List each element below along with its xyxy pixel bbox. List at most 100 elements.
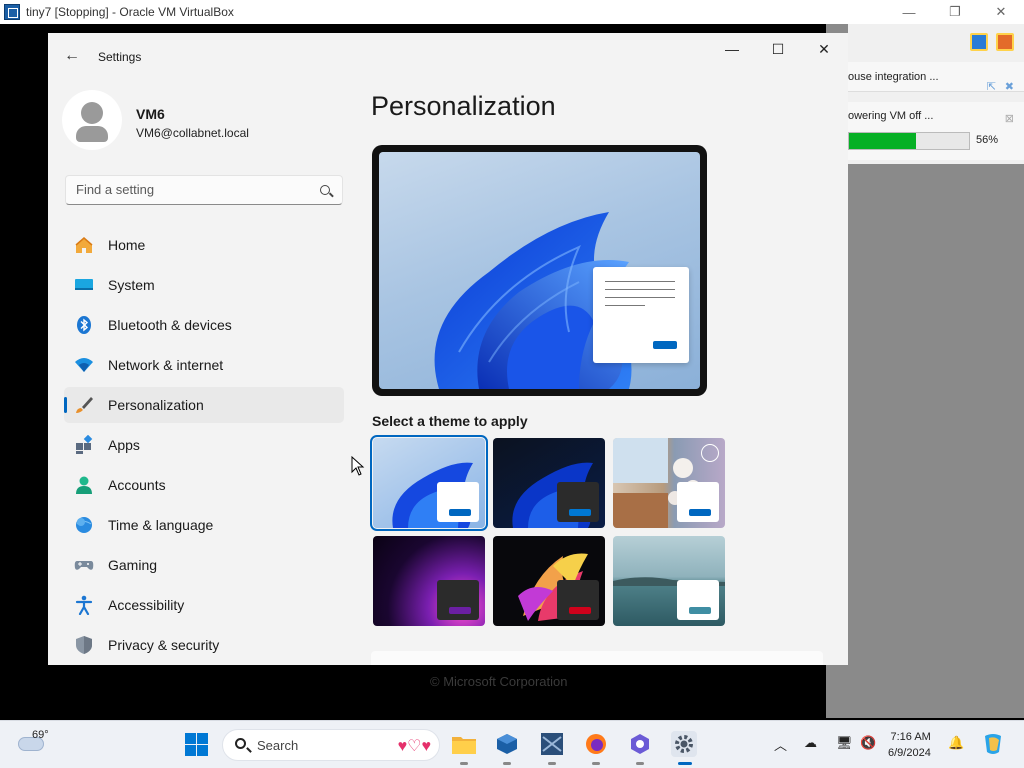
sidebar-item-privacy-security[interactable]: Privacy & security <box>64 627 344 663</box>
date: 6/9/2024 <box>888 747 931 759</box>
vbox-window-title: tiny7 [Stopping] - Oracle VM VirtualBox <box>26 5 234 19</box>
sidebar-item-time-language[interactable]: Time & language <box>64 507 344 543</box>
sidebar-item-label: Personalization <box>108 397 204 413</box>
vbox-titlebar: tiny7 [Stopping] - Oracle VM VirtualBox … <box>0 0 1024 24</box>
mouse-integration-notification: ouse integration ... ⇱ ✖ <box>848 62 1024 93</box>
sidebar-item-accessibility[interactable]: Accessibility <box>64 587 344 623</box>
search-highlight-icon: ♥♡♥ <box>397 738 431 755</box>
maximize-button[interactable]: ☐ <box>760 39 796 59</box>
sidebar-item-personalization[interactable]: Personalization <box>64 387 344 423</box>
globe-clock-icon <box>74 515 94 535</box>
firefox-icon[interactable] <box>583 731 609 765</box>
theme-section-heading: Select a theme to apply <box>372 413 528 429</box>
gamepad-icon <box>74 555 94 575</box>
sidebar-item-label: Bluetooth & devices <box>108 317 232 333</box>
theme-flow[interactable] <box>493 536 605 626</box>
temperature: 69° <box>32 729 49 741</box>
sidebar-item-label: Network & internet <box>108 357 224 373</box>
system-icon <box>74 275 94 295</box>
home-icon <box>74 235 94 255</box>
app-2008-icon[interactable] <box>539 731 565 765</box>
sidebar-item-label: Accounts <box>108 477 166 493</box>
theme-windows-light[interactable] <box>370 435 488 531</box>
notification-bell-icon[interactable]: 🔔 <box>948 735 964 751</box>
minimize-button[interactable]: — <box>714 39 750 59</box>
clock[interactable]: 7:16 AM 6/9/2024 <box>888 729 931 761</box>
time: 7:16 AM <box>890 731 931 743</box>
sidebar-item-label: Home <box>108 237 146 253</box>
find-setting-search[interactable] <box>65 175 343 205</box>
search-input[interactable] <box>76 182 306 197</box>
page-title: Personalization <box>371 91 556 121</box>
preview-window <box>593 267 689 363</box>
vbox-capture-icon[interactable] <box>996 33 1014 51</box>
taskbar-search[interactable]: Search ♥♡♥ <box>222 729 440 761</box>
network-icon <box>74 355 94 375</box>
network-tray-icon[interactable]: 🖥 <box>836 735 853 751</box>
bluetooth-icon <box>74 315 94 335</box>
sidebar-item-bluetooth[interactable]: Bluetooth & devices <box>64 307 344 343</box>
accessibility-icon <box>74 595 94 615</box>
theme-glow[interactable] <box>373 536 485 626</box>
sidebar-item-gaming[interactable]: Gaming <box>64 547 344 583</box>
slideshow-badge-icon <box>701 444 719 462</box>
volume-muted-icon[interactable]: 🔇 <box>860 735 876 751</box>
vbox-close-button[interactable]: ✕ <box>978 0 1024 24</box>
settings-window: ← Settings — ☐ ✕ VM6 VM6@collabnet.local… <box>48 33 848 665</box>
sidebar-item-label: Apps <box>108 437 140 453</box>
power-off-progress-bar <box>848 132 970 150</box>
user-email: VM6@collabnet.local <box>136 126 249 140</box>
settings-nav: Home System Bluetooth & devices Network … <box>64 227 344 665</box>
sidebar-item-system[interactable]: System <box>64 267 344 303</box>
search-icon <box>235 738 246 749</box>
mouse-cursor-icon <box>351 456 365 476</box>
search-icon <box>320 185 330 195</box>
sidebar-item-label: Time & language <box>108 517 214 533</box>
theme-windows-dark[interactable] <box>493 438 605 528</box>
user-name: VM6 <box>136 106 165 122</box>
mouse-pointer-icon: ⇱ <box>986 81 996 93</box>
settings-card <box>371 651 823 665</box>
chevron-up-icon[interactable]: ︿ <box>774 735 787 754</box>
theme-captured-motion[interactable] <box>613 438 725 528</box>
sidebar-item-accounts[interactable]: Accounts <box>64 467 344 503</box>
settings-taskbar-icon[interactable] <box>671 731 697 765</box>
start-button[interactable] <box>183 731 209 757</box>
dismiss-icon[interactable]: ✖ <box>1005 72 1014 102</box>
sidebar-item-label: Gaming <box>108 557 158 573</box>
power-off-text: owering VM off ... <box>848 110 934 122</box>
brush-icon <box>74 395 94 415</box>
cancel-icon[interactable]: ⊠ <box>1005 112 1014 125</box>
progress-fill <box>849 133 917 149</box>
vbox-notification-panel: ouse integration ... ⇱ ✖ owering VM off … <box>848 24 1024 164</box>
sidebar-item-network[interactable]: Network & internet <box>64 347 344 383</box>
copilot-pre-icon[interactable] <box>980 731 1006 757</box>
virtualbox-icon <box>4 4 20 20</box>
taskbar: 69° Search ♥♡♥ ︿ ☁ 🖥 🔇 7:16 AM 6/9/2024 <box>0 720 1024 768</box>
vbox-minimize-button[interactable]: — <box>886 0 932 24</box>
avatar[interactable] <box>62 90 122 150</box>
apps-icon <box>74 435 94 455</box>
taskbar-search-label: Search <box>257 738 299 753</box>
sidebar-item-apps[interactable]: Apps <box>64 427 344 463</box>
theme-preview <box>372 145 707 396</box>
virtualbox-taskbar-icon[interactable] <box>494 731 520 765</box>
sidebar-item-label: Accessibility <box>108 597 185 613</box>
sidebar-item-home[interactable]: Home <box>64 227 344 263</box>
sidebar-item-label: System <box>108 277 155 293</box>
settings-titlebar: ← Settings — ☐ ✕ <box>48 33 848 81</box>
progress-percent: 56% <box>976 134 999 146</box>
accounts-icon <box>74 475 94 495</box>
copilot-app-icon[interactable] <box>627 731 653 765</box>
power-off-notification: owering VM off ... ⊠ 56% <box>848 102 1024 160</box>
mouse-integration-text: ouse integration ... <box>848 71 939 83</box>
file-explorer-icon[interactable] <box>451 731 477 765</box>
vbox-restore-button[interactable]: ❐ <box>932 0 978 24</box>
onedrive-icon[interactable]: ☁ <box>804 735 817 751</box>
close-button[interactable]: ✕ <box>806 39 842 59</box>
vbox-indicator-icon[interactable] <box>970 33 988 51</box>
back-button[interactable]: ← <box>62 46 82 66</box>
shield-icon <box>74 635 94 655</box>
theme-sunrise[interactable] <box>613 536 725 626</box>
personalization-content: Personalization Select a theme to apply <box>370 91 841 626</box>
